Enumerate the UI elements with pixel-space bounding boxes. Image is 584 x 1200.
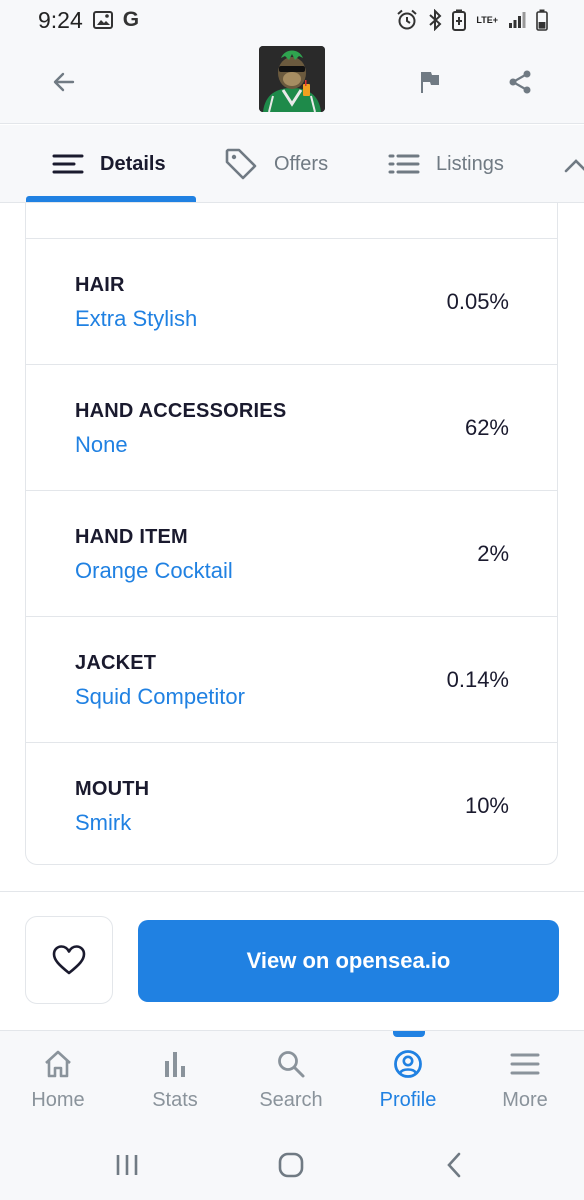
section-divider — [0, 891, 584, 892]
trait-value: Orange Cocktail — [75, 558, 233, 583]
trait-value: None — [75, 432, 128, 457]
back-button[interactable] — [44, 62, 84, 102]
nav-search[interactable]: Search — [233, 1031, 349, 1131]
system-home-button[interactable] — [271, 1148, 311, 1182]
trait-row[interactable]: HAND ACCESSORIES None 62% — [26, 364, 557, 490]
system-navigation-bar — [0, 1130, 584, 1200]
nav-more[interactable]: More — [467, 1031, 583, 1131]
recents-icon — [116, 1155, 138, 1175]
heart-icon — [52, 945, 86, 975]
battery-icon — [536, 9, 548, 31]
profile-icon — [394, 1050, 422, 1078]
tab-offers[interactable]: Offers — [224, 125, 328, 203]
nav-stats-label: Stats — [152, 1089, 198, 1111]
nav-more-label: More — [502, 1089, 548, 1111]
nft-avatar[interactable] — [259, 46, 325, 112]
stats-icon — [165, 1052, 185, 1077]
trait-type: HAND ACCESSORIES — [75, 400, 287, 422]
tab-listings-label: Listings — [436, 152, 504, 175]
status-right: LTE+ — [396, 9, 548, 31]
details-lines-icon — [52, 154, 84, 174]
system-back-button[interactable] — [434, 1148, 474, 1182]
google-icon: G — [122, 8, 140, 31]
traits-card: HAIR Extra Stylish 0.05% HAND ACCESSORIE… — [25, 203, 558, 865]
search-icon — [278, 1051, 305, 1078]
nav-profile[interactable]: Profile — [350, 1031, 466, 1131]
trait-value: Smirk — [75, 810, 132, 835]
network-label: LTE+ — [476, 14, 498, 25]
report-button[interactable] — [410, 62, 450, 102]
battery-saver-icon — [452, 9, 467, 31]
share-icon — [509, 70, 531, 94]
menu-icon — [510, 1053, 540, 1075]
nav-profile-label: Profile — [379, 1089, 437, 1111]
trait-type: HAND ITEM — [75, 526, 188, 548]
trait-value: Squid Competitor — [75, 684, 245, 709]
trait-row[interactable]: HAIR Extra Stylish 0.05% — [26, 238, 557, 364]
favorite-button[interactable] — [25, 916, 113, 1004]
home-outline-icon — [278, 1152, 304, 1178]
signal-icon — [508, 11, 526, 29]
arrow-back-icon — [53, 72, 75, 92]
tab-listings[interactable]: Listings — [388, 125, 504, 203]
trait-row[interactable]: JACKET Squid Competitor 0.14% — [26, 616, 557, 742]
status-left: 9:24 G — [38, 7, 139, 34]
trait-type: JACKET — [75, 652, 157, 674]
tag-icon — [225, 148, 257, 180]
detail-tabs: Details Offers Listings — [0, 125, 584, 203]
trait-row[interactable]: HAND ITEM Orange Cocktail 2% — [26, 490, 557, 616]
share-button[interactable] — [500, 62, 540, 102]
trait-rarity: 62% — [464, 415, 509, 440]
trait-type: HAIR — [75, 274, 125, 296]
nav-home[interactable]: Home — [0, 1031, 116, 1131]
app-screen: 9:24 G LTE+ Details Offers Listings HAIR… — [0, 0, 584, 1200]
ape-avatar-image — [259, 46, 325, 112]
gallery-icon — [92, 11, 113, 29]
nav-active-marker — [393, 1031, 425, 1037]
status-bar: 9:24 G LTE+ — [0, 0, 584, 40]
flag-icon — [421, 72, 439, 93]
nav-search-label: Search — [259, 1089, 323, 1111]
bottom-navigation: Home Stats Search Profile More — [0, 1030, 584, 1130]
trait-rarity: 2% — [477, 541, 509, 566]
lte-icon: LTE+ — [476, 14, 498, 25]
tab-details[interactable]: Details — [52, 125, 166, 203]
trait-rarity: 0.05% — [446, 289, 509, 314]
status-time: 9:24 — [38, 6, 83, 33]
trait-type: MOUTH — [75, 778, 150, 800]
list-icon — [388, 154, 420, 174]
chevron-up-icon[interactable] — [562, 151, 584, 181]
tab-details-label: Details — [100, 152, 166, 175]
nav-home-label: Home — [31, 1089, 85, 1111]
tab-offers-label: Offers — [274, 152, 329, 175]
chevron-left-icon — [447, 1152, 461, 1178]
trait-rarity: 10% — [464, 793, 509, 818]
active-tab-indicator — [26, 196, 196, 202]
view-on-opensea-button[interactable]: View on opensea.io — [138, 920, 559, 1002]
alarm-icon — [396, 9, 418, 31]
bluetooth-icon — [428, 9, 442, 31]
trait-value: Extra Stylish — [75, 306, 198, 331]
trait-row[interactable]: MOUTH Smirk 10% — [26, 742, 557, 868]
nav-stats[interactable]: Stats — [117, 1031, 233, 1131]
recent-apps-button[interactable] — [107, 1148, 147, 1182]
home-icon — [45, 1050, 71, 1078]
top-app-bar — [0, 40, 584, 124]
trait-rarity: 0.14% — [446, 667, 509, 692]
